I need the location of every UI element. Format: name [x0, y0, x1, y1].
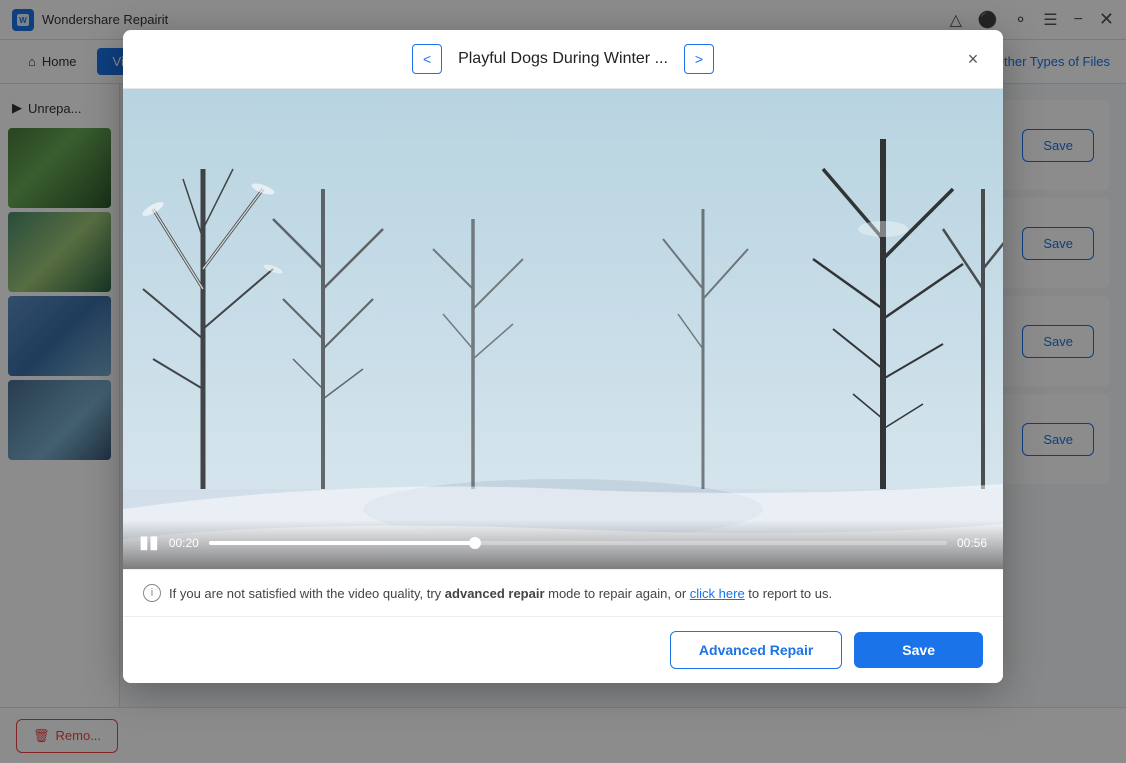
next-button[interactable]: >	[684, 44, 714, 74]
modal-header: < Playful Dogs During Winter ... > ×	[123, 30, 1003, 89]
progress-thumb[interactable]	[469, 537, 481, 549]
save-modal-button[interactable]: Save	[854, 632, 983, 668]
info-icon: i	[143, 584, 161, 602]
progress-fill	[209, 541, 475, 545]
duration: 00:56	[957, 536, 987, 550]
current-time: 00:20	[169, 536, 199, 550]
modal-close-button[interactable]: ×	[959, 45, 987, 73]
click-here-link[interactable]: click here	[690, 586, 745, 601]
pause-button[interactable]: ▮▮	[139, 532, 159, 553]
progress-bar[interactable]	[209, 541, 947, 545]
modal-footer: Advanced Repair Save	[123, 616, 1003, 683]
modal-title: Playful Dogs During Winter ...	[458, 50, 668, 68]
video-player[interactable]: ▮▮ 00:20 00:56	[123, 89, 1003, 569]
modal-overlay: < Playful Dogs During Winter ... > ×	[0, 0, 1126, 763]
prev-button[interactable]: <	[412, 44, 442, 74]
controls-row: ▮▮ 00:20 00:56	[139, 532, 987, 553]
info-bar: i If you are not satisfied with the vide…	[123, 569, 1003, 616]
preview-modal: < Playful Dogs During Winter ... > ×	[123, 30, 1003, 683]
info-message: If you are not satisfied with the video …	[169, 586, 832, 601]
video-controls: ▮▮ 00:20 00:56	[123, 520, 1003, 569]
advanced-repair-button[interactable]: Advanced Repair	[670, 631, 842, 669]
